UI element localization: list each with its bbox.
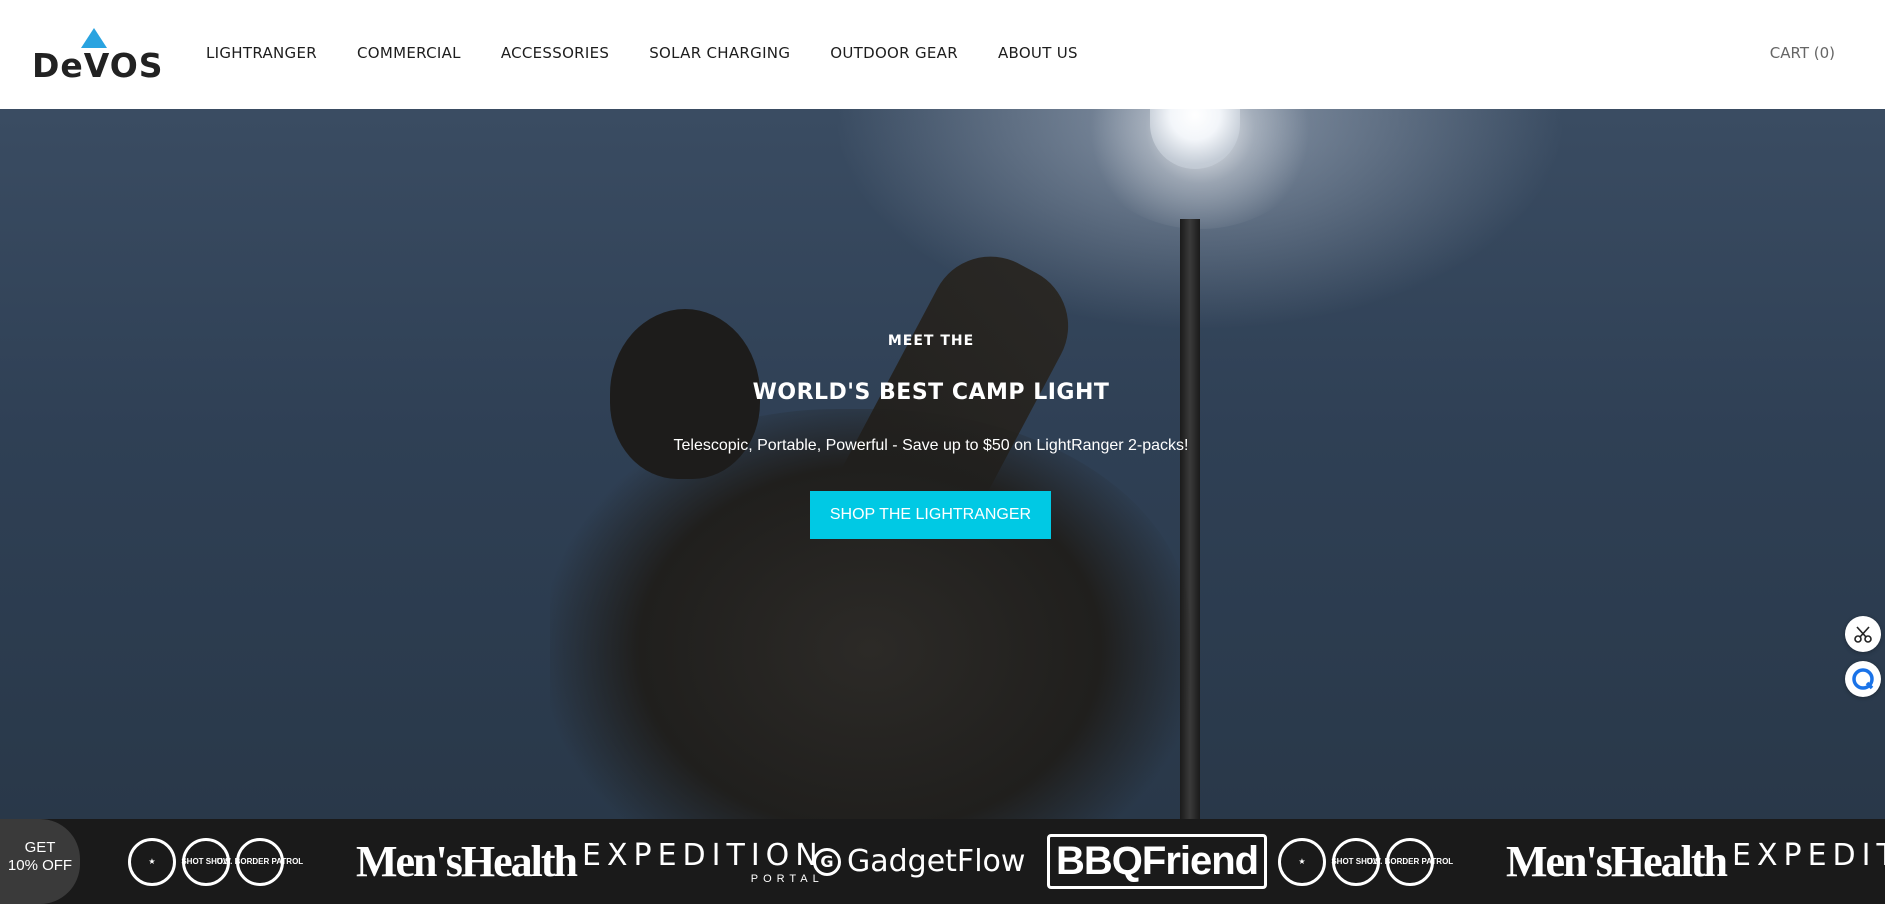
logo-triangle-icon <box>81 28 107 48</box>
nav-about-us[interactable]: ABOUT US <box>998 44 1078 62</box>
border-patrol-logo: U.S. BORDER PATROL <box>1367 837 1453 886</box>
main-nav: LIGHTRANGER COMMERCIAL ACCESSORIES SOLAR… <box>206 44 1118 62</box>
cart-link[interactable]: CART (0) <box>1770 44 1835 62</box>
border-patrol-logo: U.S. BORDER PATROL <box>217 837 303 886</box>
expedition-portal-logo: EXPEDITION PORTAL <box>582 819 824 904</box>
scissors-icon[interactable] <box>1845 616 1881 652</box>
hero-content: MEET THE WORLD'S BEST CAMP LIGHT Telesco… <box>0 109 1862 819</box>
gadgetflow-logo: G GadgetFlow <box>813 819 1025 904</box>
discount-tab[interactable]: GET 10% OFF <box>0 819 80 904</box>
bbqfriend-logo: BBQFriend <box>1047 819 1268 904</box>
devos-logo[interactable]: DeVOS <box>32 28 164 85</box>
mens-health-logo: Men'sHealth <box>1506 837 1728 886</box>
gadgetflow-icon: G <box>813 847 841 876</box>
hero-subtitle: Telescopic, Portable, Powerful - Save up… <box>673 437 1189 454</box>
nav-outdoor-gear[interactable]: OUTDOOR GEAR <box>830 44 958 62</box>
discount-line2: 10% OFF <box>7 857 73 874</box>
nav-solar-charging[interactable]: SOLAR CHARGING <box>649 44 790 62</box>
portal-wordmark: PORTAL <box>1732 873 1885 885</box>
logo-wordmark: DeVOS <box>32 46 164 85</box>
mens-health-logo: Men'sHealth <box>356 837 578 886</box>
seal-icon: ★ <box>128 837 176 886</box>
nav-lightranger[interactable]: LIGHTRANGER <box>206 44 317 62</box>
hero-eyebrow: MEET THE <box>887 333 975 349</box>
nav-accessories[interactable]: ACCESSORIES <box>501 44 609 62</box>
bbqfriend-wordmark: BBQFriend <box>1047 834 1268 889</box>
expedition-wordmark: EXPEDITION <box>582 838 824 873</box>
hero-title: WORLD'S BEST CAMP LIGHT <box>752 380 1110 405</box>
shop-lightranger-button[interactable]: SHOP THE LIGHTRANGER <box>810 491 1051 539</box>
chat-icon[interactable] <box>1845 661 1881 697</box>
gadgetflow-wordmark: GadgetFlow <box>847 844 1026 879</box>
portal-wordmark: PORTAL <box>750 873 824 885</box>
expedition-wordmark: EXPEDITION <box>1732 838 1885 873</box>
nav-commercial[interactable]: COMMERCIAL <box>357 44 461 62</box>
hero-banner: MEET THE WORLD'S BEST CAMP LIGHT Telesco… <box>0 109 1885 819</box>
discount-line1: GET <box>24 839 56 856</box>
press-logo-strip: ★ SHOT SHOW U.S. BORDER PATROL Men'sHeal… <box>0 819 1885 904</box>
expedition-portal-logo: EXPEDITION PORTAL <box>1732 819 1885 904</box>
seal-icon: ★ <box>1278 837 1326 886</box>
site-header: DeVOS LIGHTRANGER COMMERCIAL ACCESSORIES… <box>0 0 1885 109</box>
press-seals-group: ★ SHOT SHOW U.S. BORDER PATROL <box>128 819 303 904</box>
press-seals-group-2: ★ SHOT SHOW U.S. BORDER PATROL <box>1278 819 1453 904</box>
